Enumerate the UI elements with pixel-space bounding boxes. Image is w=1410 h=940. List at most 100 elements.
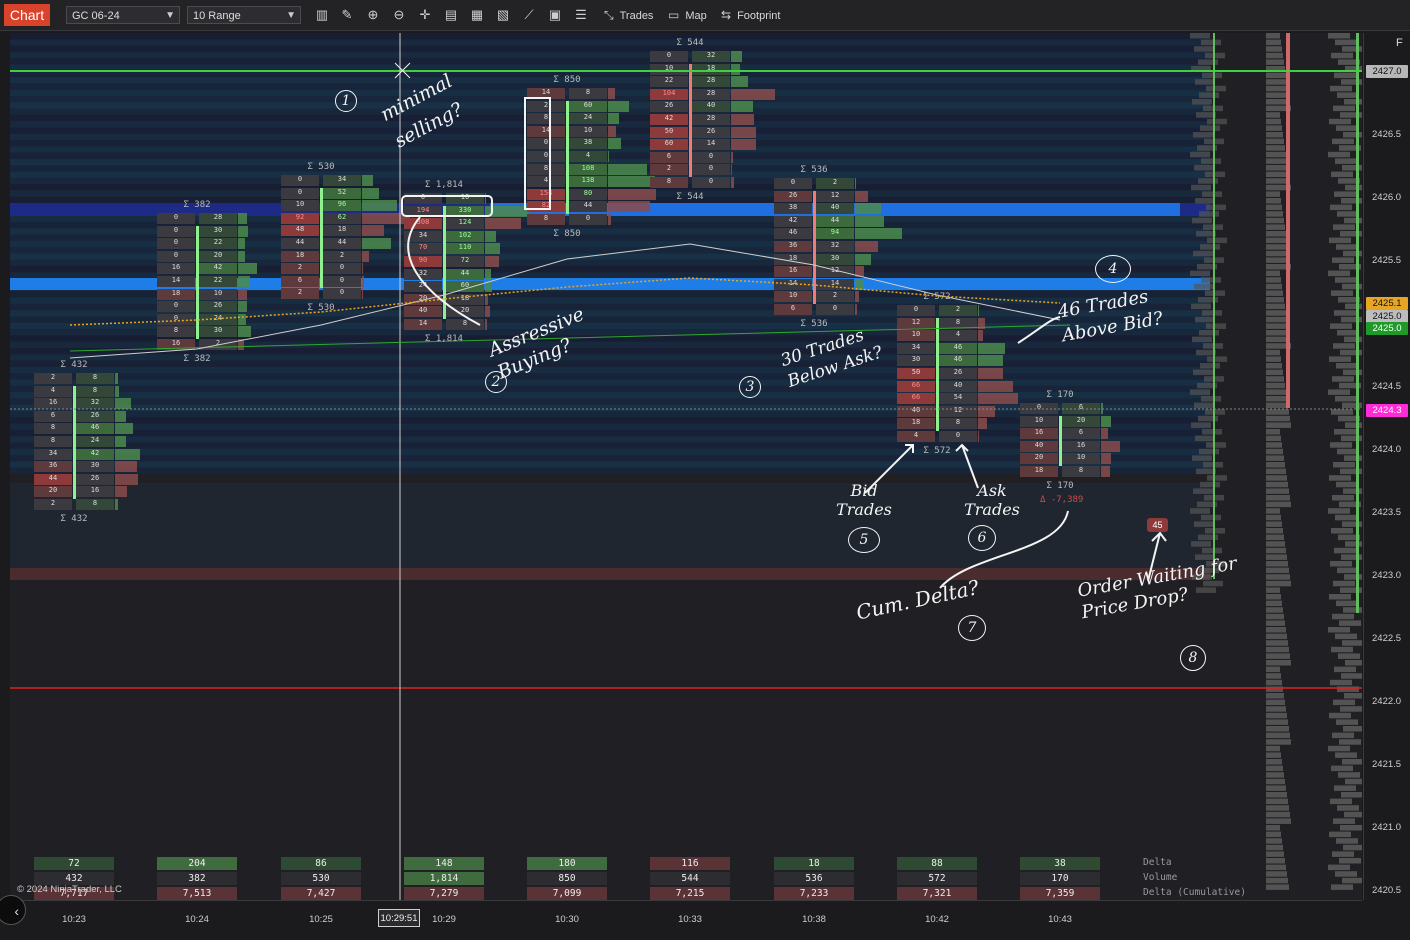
bid-cell: 8 [527,163,565,175]
map-label: Map [685,10,707,22]
footprint-button[interactable]: ⇆ Footprint [721,6,780,24]
volume-profile-bar [485,293,489,305]
price-label: 2425.5 [1372,255,1402,266]
bid-cell: 4 [527,176,565,188]
bar-volume-bottom: Σ 530 [307,303,335,313]
stat-label-delta: Delta [1143,857,1172,868]
ask-cell: 12 [816,266,854,278]
volume-profile-bar [115,385,119,397]
price-label: 2426.5 [1372,129,1402,140]
axis-corner-f[interactable]: F [1396,37,1403,49]
volume-profile-bar [731,101,753,113]
stat-delta: 72 [34,857,114,870]
trades-button[interactable]: ⤡ Trades [604,6,653,24]
ask-cell: 44 [569,201,607,213]
price-label: 2424.0 [1372,444,1402,455]
ask-cell: 16 [1062,440,1100,452]
volume-profile-bar [362,175,374,186]
ask-cell: 6 [1062,428,1100,440]
chart-tab[interactable]: Chart [4,4,50,26]
scroll-left-icon[interactable]: ‹ [0,895,26,925]
properties-icon[interactable]: ▦ [468,6,486,24]
ask-cell: 4 [939,330,977,342]
ask-cell: 138 [569,176,607,188]
cursor-time-label: 10:29:51 [378,909,420,927]
ask-cell: 2 [816,178,854,189]
bid-cell: 14 [404,319,442,330]
trades-label: Trades [619,10,654,22]
bid-cell: 12 [897,317,935,329]
annotation-2-number: 2 [485,371,507,393]
chart-plot-area[interactable]: 2 8 4 8 16 32 6 26 8 46 8 24 34 42 36 30 44 26 20 16 2 8 0 28 0 3… [10,33,1362,900]
volume-profile-bar [855,203,881,215]
ask-cell: 32 [692,51,730,62]
crosshair-icon[interactable]: ✛ [416,6,434,24]
instrument-selector[interactable]: GC 06-24 ▼ [66,6,180,24]
volume-profile-bar [485,243,500,255]
bid-cell: 18 [774,253,812,265]
volume-profile-bar [978,355,1004,367]
bid-cell: 154 [527,188,565,200]
ask-cell: 26 [939,368,977,379]
bid-cell: 66 [897,380,935,392]
volume-profile-bar [731,151,733,163]
ask-cell: 8 [76,385,114,397]
ask-cell: 10 [1062,453,1100,465]
bar-volume-top: Σ 1,814 [425,180,463,190]
zoom-in-icon[interactable]: ⊕ [364,6,382,24]
candle-body [566,100,569,214]
volume-profile-bar [362,225,384,237]
volume-profile-bar [978,342,1005,354]
bid-cell: 40 [404,306,442,318]
indicators-icon[interactable]: ▧ [494,6,512,24]
bid-cell: 44 [281,238,319,249]
volume-profile-bar [115,373,119,384]
bar-type-icon[interactable]: ▥ [313,6,331,24]
volume-profile-bar [855,266,865,278]
price-tag: 2427.0 [1366,65,1408,78]
bid-cell: 0 [157,301,195,313]
annotation-6-text: Ask Trades [964,481,1020,519]
volume-profile-bar [731,126,757,138]
ask-cell: 0 [569,214,607,225]
ask-cell: 8 [76,373,114,384]
bid-cell: 18 [1020,466,1058,477]
time-label: 10:29 [432,914,456,925]
ask-cell: 110 [446,243,484,255]
time-axis[interactable]: 10:23 10:24 10:25 10:29 10:30 10:33 10:38 10:42… [0,895,1362,940]
volume-profile-bar [1101,403,1103,414]
volume-profile-bar [608,125,616,137]
candle-body [936,317,939,431]
list-icon[interactable]: ☰ [572,6,590,24]
stat-volume: 536 [774,872,854,885]
draw-tool-icon[interactable]: ✎ [338,6,356,24]
order-badge[interactable]: 45 [1147,518,1168,532]
data-box-icon[interactable]: ▤ [442,6,460,24]
volume-profile-bar [978,380,1014,392]
ask-cell: 28 [692,76,730,88]
bid-cell: 0 [527,138,565,150]
ask-cell: 8 [939,317,977,329]
time-label: 10:25 [309,914,333,925]
map-button[interactable]: ▭ Map [668,6,707,24]
bar-volume-bottom: Σ 1,814 [425,333,463,344]
strategies-icon[interactable]: ⟋ [520,6,538,24]
stat-cum-delta: 7,233 [774,887,854,900]
bar-volume-top: Σ 432 [60,360,88,370]
volume-profile-bar [731,88,775,100]
bid-cell: 16 [157,339,195,350]
bid-cell: 82 [527,201,565,213]
ask-cell: 26 [76,410,114,422]
price-axis[interactable]: 2427.0 2426.5 2426.0 2425.5 2425.0 2424.5 2424… [1363,33,1410,900]
zoom-out-icon[interactable]: ⊖ [390,6,408,24]
bid-cell: 0 [774,178,812,189]
bid-cell: 104 [650,88,688,100]
ask-cell: 54 [939,393,977,405]
templates-icon[interactable]: ▣ [546,6,564,24]
volume-profile-bar [731,63,741,75]
ask-cell: 2 [939,305,977,316]
volume-profile-bar [485,230,497,242]
period-selector[interactable]: 10 Range ▼ [187,6,301,24]
volume-profile-bar [115,461,137,473]
ask-cell: 0 [816,304,854,315]
